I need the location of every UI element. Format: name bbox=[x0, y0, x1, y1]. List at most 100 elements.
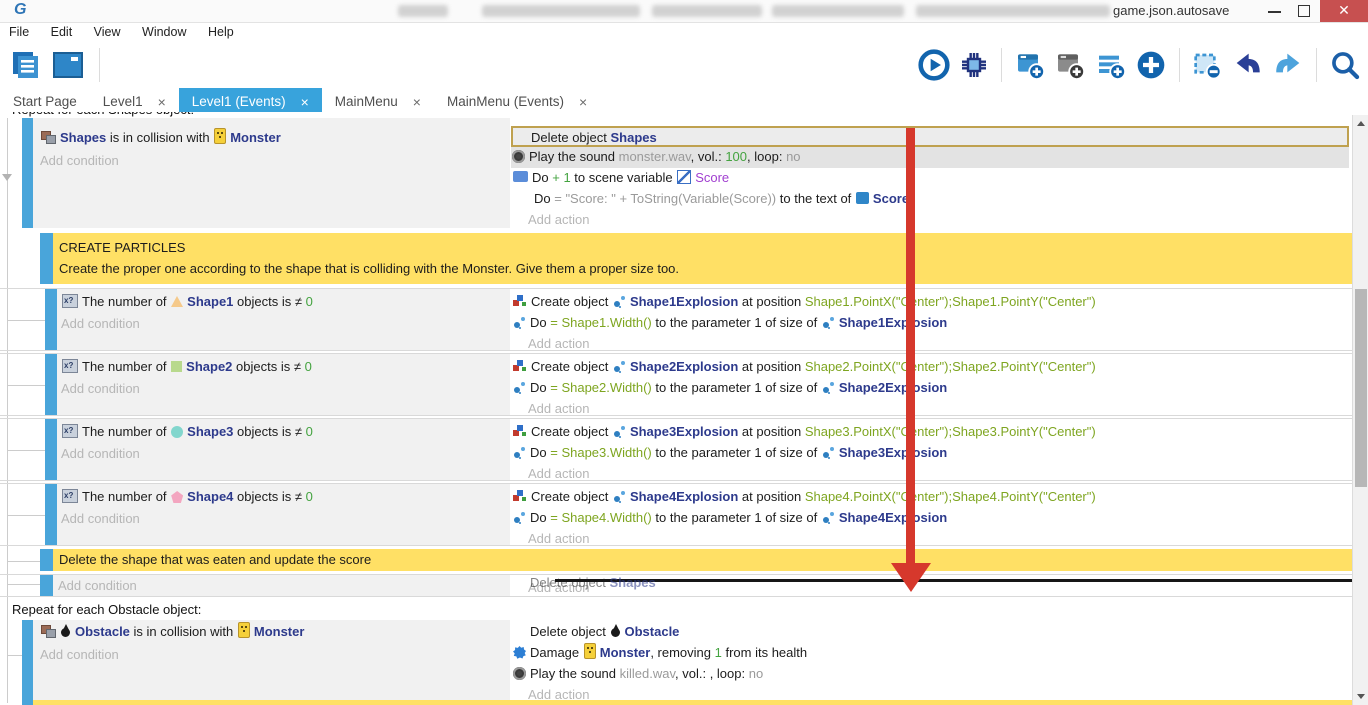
add-condition[interactable]: Add condition bbox=[61, 444, 140, 464]
shape-event-1[interactable]: The number of Shape1 objects is ≠ 0Add c… bbox=[0, 288, 1352, 351]
scene-editor-icon[interactable] bbox=[51, 49, 87, 82]
condition-row[interactable]: The number of Shape1 objects is ≠ 0 bbox=[61, 292, 313, 312]
play-icon[interactable] bbox=[918, 49, 950, 81]
dragged-action-ghost: Delete object Shapes bbox=[512, 573, 656, 593]
text-segment: is in collision with bbox=[106, 130, 213, 145]
add-action[interactable]: Add action bbox=[528, 210, 589, 230]
event-indent-bar bbox=[22, 118, 33, 228]
text-segment: Do bbox=[530, 380, 550, 395]
tab-close-icon[interactable]: × bbox=[301, 94, 309, 110]
action-row[interactable]: Do = "Score: " + ToString(Variable(Score… bbox=[512, 189, 909, 209]
shape-event-4[interactable]: The number of Shape4 objects is ≠ 0Add c… bbox=[0, 483, 1352, 546]
text-segment: Obstacle bbox=[625, 624, 680, 639]
event-indent-bar bbox=[45, 484, 57, 545]
action-row[interactable]: Create object Shape4Explosion at positio… bbox=[512, 487, 1096, 507]
action-row[interactable]: Delete object Obstacle bbox=[512, 622, 679, 642]
condition-row[interactable]: Shapes is in collision with Monster bbox=[40, 128, 281, 148]
add-subevent-icon[interactable] bbox=[1054, 49, 1086, 81]
action-row[interactable]: Create object Shape1Explosion at positio… bbox=[512, 292, 1096, 312]
add-comment-icon[interactable] bbox=[1095, 49, 1127, 81]
action-row[interactable]: Damage Monster, removing 1 from its heal… bbox=[512, 643, 807, 663]
condition-row[interactable]: The number of Shape2 objects is ≠ 0 bbox=[61, 357, 312, 377]
undo-icon[interactable] bbox=[1232, 49, 1264, 81]
action-row[interactable]: Do = Shape1.Width() to the parameter 1 o… bbox=[512, 313, 947, 333]
add-action[interactable]: Add action bbox=[528, 399, 589, 419]
project-manager-icon[interactable] bbox=[10, 49, 43, 82]
redacted-title-text bbox=[398, 5, 448, 17]
add-action[interactable]: Add action bbox=[528, 464, 589, 484]
add-condition[interactable]: Add condition bbox=[61, 379, 140, 399]
debug-icon[interactable] bbox=[958, 49, 990, 81]
text-segment: , vol.: , loop: bbox=[675, 666, 749, 681]
shape1-icon bbox=[171, 296, 183, 307]
vertical-scrollbar[interactable] bbox=[1352, 115, 1368, 705]
add-condition[interactable]: Add condition bbox=[61, 509, 140, 529]
comment-block[interactable]: CREATE PARTICLES Create the proper one a… bbox=[53, 233, 1352, 284]
minimize-button[interactable] bbox=[1268, 11, 1281, 13]
particle-icon bbox=[613, 490, 626, 503]
damage-icon bbox=[513, 646, 526, 659]
search-icon[interactable] bbox=[1328, 48, 1362, 82]
tab-mainmenu[interactable]: MainMenu × bbox=[322, 88, 434, 115]
comment-title: CREATE PARTICLES bbox=[59, 238, 185, 258]
empty-event-row[interactable]: Add condition Add action Delete object S… bbox=[0, 574, 1352, 597]
scrollbar-thumb[interactable] bbox=[1355, 289, 1367, 487]
text-segment: to the parameter 1 of size of bbox=[652, 315, 821, 330]
action-row-selected[interactable]: Delete object Shapes bbox=[511, 126, 1349, 147]
add-condition[interactable]: Add condition bbox=[58, 576, 137, 596]
tab-level1-events[interactable]: Level1 (Events) × bbox=[179, 88, 322, 115]
menu-file[interactable]: File bbox=[0, 23, 38, 41]
scroll-down-icon[interactable] bbox=[1357, 694, 1365, 699]
add-event-icon[interactable] bbox=[1014, 49, 1046, 81]
tab-close-icon[interactable]: × bbox=[413, 94, 421, 110]
action-row[interactable]: Play the sound killed.wav, vol.: , loop:… bbox=[512, 664, 763, 684]
condition-row[interactable]: Obstacle is in collision with Monster bbox=[40, 622, 304, 642]
add-condition[interactable]: Add condition bbox=[61, 314, 140, 334]
menu-view[interactable]: View bbox=[85, 23, 130, 41]
action-row[interactable]: Do = Shape3.Width() to the parameter 1 o… bbox=[512, 443, 947, 463]
tab-close-icon[interactable]: × bbox=[579, 94, 587, 110]
text-segment: no bbox=[786, 149, 800, 164]
event-indent-bar bbox=[45, 419, 57, 480]
add-action[interactable]: Add action bbox=[528, 334, 589, 354]
close-button[interactable]: ✕ bbox=[1320, 0, 1368, 22]
menu-help[interactable]: Help bbox=[199, 23, 243, 41]
collapse-expander-icon[interactable] bbox=[2, 174, 12, 181]
conditions-area: The number of Shape3 objects is ≠ 0Add c… bbox=[57, 419, 510, 480]
text-segment: Do bbox=[530, 315, 550, 330]
action-row[interactable]: Do + 1 to scene variable Score bbox=[512, 168, 729, 188]
tab-mainmenu-events[interactable]: MainMenu (Events) × bbox=[434, 88, 600, 115]
menu-window[interactable]: Window bbox=[133, 23, 195, 41]
shape-event-3[interactable]: The number of Shape3 objects is ≠ 0Add c… bbox=[0, 418, 1352, 481]
add-condition[interactable]: Add condition bbox=[40, 645, 119, 665]
add-other-event-icon[interactable] bbox=[1135, 49, 1167, 81]
action-row[interactable]: Do = Shape4.Width() to the parameter 1 o… bbox=[512, 508, 947, 528]
add-condition[interactable]: Add condition bbox=[40, 151, 119, 171]
tab-label: MainMenu bbox=[335, 94, 398, 109]
toolbar bbox=[0, 42, 1368, 88]
text-segment: Obstacle bbox=[75, 624, 130, 639]
text-object-icon bbox=[856, 192, 869, 204]
tab-label: Level1 bbox=[103, 94, 143, 109]
tab-start-page[interactable]: Start Page bbox=[0, 88, 90, 115]
comment-block[interactable]: Delete the shape that was eaten and upda… bbox=[53, 549, 1352, 571]
action-row[interactable]: Create object Shape3Explosion at positio… bbox=[512, 422, 1096, 442]
disable-event-icon[interactable] bbox=[1191, 49, 1223, 81]
scroll-up-icon[interactable] bbox=[1357, 121, 1365, 126]
tab-level1[interactable]: Level1 × bbox=[90, 88, 179, 115]
action-row[interactable]: Create object Shape2Explosion at positio… bbox=[512, 357, 1096, 377]
shape-event-2[interactable]: The number of Shape2 objects is ≠ 0Add c… bbox=[0, 353, 1352, 416]
tab-close-icon[interactable]: × bbox=[158, 94, 166, 110]
text-segment: The number of bbox=[82, 294, 170, 309]
condition-row[interactable]: The number of Shape4 objects is ≠ 0 bbox=[61, 487, 313, 507]
action-row[interactable]: Play the sound monster.wav, vol.: 100, l… bbox=[511, 147, 1349, 168]
event-header[interactable]: Repeat for each Obstacle object: bbox=[12, 602, 201, 618]
add-action[interactable]: Add action bbox=[528, 529, 589, 549]
text-segment: Delete object bbox=[530, 624, 610, 639]
condition-row[interactable]: The number of Shape3 objects is ≠ 0 bbox=[61, 422, 313, 442]
menu-edit[interactable]: Edit bbox=[42, 23, 82, 41]
text-segment: 100 bbox=[725, 149, 747, 164]
redo-icon[interactable] bbox=[1272, 49, 1304, 81]
restore-button[interactable] bbox=[1298, 5, 1310, 17]
action-row[interactable]: Do = Shape2.Width() to the parameter 1 o… bbox=[512, 378, 947, 398]
